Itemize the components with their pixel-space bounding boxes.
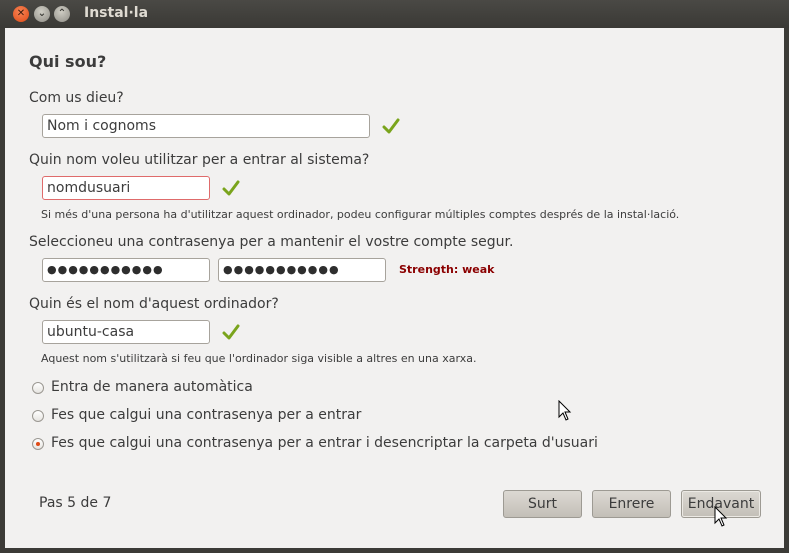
quit-button[interactable]: Surt	[503, 490, 582, 518]
installer-page: Qui sou? Com us dieu? Quin nom voleu uti…	[5, 28, 784, 548]
mouse-pointer-icon	[714, 506, 728, 527]
close-icon: ✕	[16, 8, 26, 19]
radio-dot	[36, 442, 40, 446]
check-icon	[222, 180, 240, 196]
check-icon	[382, 118, 400, 134]
check-icon	[222, 324, 240, 340]
name-label: Com us dieu?	[29, 90, 124, 106]
option-auto-login-label[interactable]: Entra de manera automàtica	[51, 379, 253, 395]
radio-require-password[interactable]	[32, 410, 44, 422]
option-require-password-label[interactable]: Fes que calgui una contrasenya per a ent…	[51, 407, 361, 423]
minimize-window-button[interactable]: ⌄	[34, 6, 50, 22]
confirm-password-field[interactable]: ●●●●●●●●●●●	[218, 258, 386, 282]
maximize-window-button[interactable]: ⌃	[54, 6, 70, 22]
chevron-down-icon: ⌄	[37, 8, 47, 19]
window-title: Instal·la	[84, 5, 149, 21]
chevron-up-icon: ⌃	[57, 8, 67, 19]
username-field[interactable]	[42, 176, 210, 200]
hostname-hint: Aquest nom s'utilitzarà si feu que l'ord…	[41, 352, 477, 365]
option-require-password-encrypt-label[interactable]: Fes que calgui una contrasenya per a ent…	[51, 435, 598, 451]
radio-auto-login[interactable]	[32, 382, 44, 394]
password-label: Seleccioneu una contrasenya per a manten…	[29, 234, 514, 250]
mouse-pointer-icon	[558, 400, 572, 421]
title-bar[interactable]: ✕ ⌄ ⌃ Instal·la	[0, 0, 789, 28]
username-label: Quin nom voleu utilitzar per a entrar al…	[29, 152, 370, 168]
hostname-label: Quin és el nom d'aquest ordinador?	[29, 296, 279, 312]
step-indicator: Pas 5 de 7	[39, 495, 112, 511]
full-name-field[interactable]	[42, 114, 370, 138]
password-field[interactable]: ●●●●●●●●●●●	[42, 258, 210, 282]
hostname-field[interactable]	[42, 320, 210, 344]
radio-require-password-encrypt[interactable]	[32, 438, 44, 450]
page-title: Qui sou?	[29, 52, 107, 71]
installer-window: ✕ ⌄ ⌃ Instal·la Qui sou? Com us dieu? Qu…	[0, 0, 789, 553]
username-hint: Si més d'una persona ha d'utilitzar aque…	[41, 208, 680, 221]
back-button[interactable]: Enrere	[592, 490, 671, 518]
password-strength-indicator: Strength: weak	[399, 263, 495, 276]
close-window-button[interactable]: ✕	[13, 6, 29, 22]
